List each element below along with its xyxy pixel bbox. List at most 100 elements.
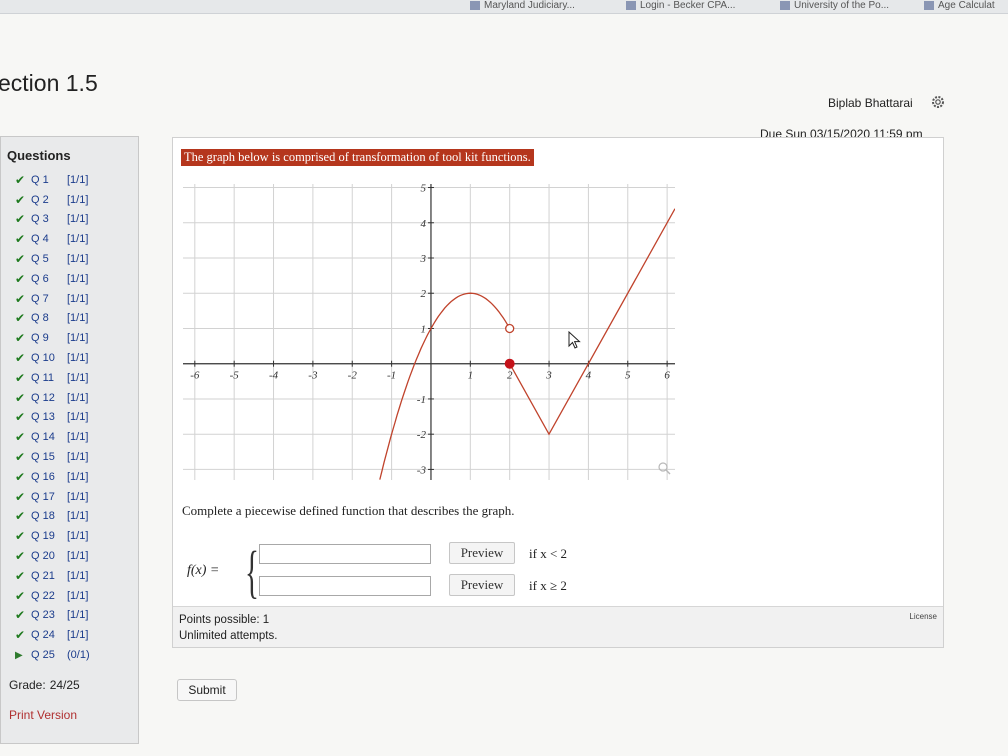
piece-1-input[interactable] xyxy=(259,544,431,564)
question-label: Q 16 xyxy=(31,470,55,483)
gear-icon[interactable] xyxy=(931,95,945,109)
print-version-link[interactable]: Print Version xyxy=(9,708,77,722)
checkmark-icon: ✔ xyxy=(15,410,26,425)
question-label: Q 18 xyxy=(31,510,55,523)
question-score: [1/1] xyxy=(67,292,89,305)
question-label: Q 17 xyxy=(31,490,55,503)
submit-button[interactable]: Submit xyxy=(177,679,237,701)
preview-button-2[interactable]: Preview xyxy=(449,574,515,596)
piece-2-input[interactable] xyxy=(259,576,431,596)
x-tick-label: 3 xyxy=(545,370,552,382)
checkmark-icon: ✔ xyxy=(15,549,26,564)
y-tick-label: -1 xyxy=(417,394,426,406)
question-link-20[interactable]: ✔ Q 20 [1/1] xyxy=(15,546,90,566)
question-label: Q 11 xyxy=(31,371,55,384)
checkmark-icon: ✔ xyxy=(15,529,26,544)
question-label: Q 3 xyxy=(31,213,49,226)
question-score: [1/1] xyxy=(67,451,89,464)
question-link-6[interactable]: ✔ Q 6 [1/1] xyxy=(15,269,90,289)
bookmark-icon xyxy=(924,0,934,10)
question-link-16[interactable]: ✔ Q 16 [1/1] xyxy=(15,467,90,487)
question-link-5[interactable]: ✔ Q 5 [1/1] xyxy=(15,249,90,269)
question-link-14[interactable]: ✔ Q 14 [1/1] xyxy=(15,427,90,447)
question-label: Q 13 xyxy=(31,411,55,424)
question-link-10[interactable]: ✔ Q 10 [1/1] xyxy=(15,348,90,368)
piecewise-brace: { xyxy=(245,539,259,604)
checkmark-icon: ✔ xyxy=(15,172,26,187)
open-endpoint xyxy=(505,323,515,334)
question-label: Q 12 xyxy=(31,391,55,404)
question-link-7[interactable]: ✔ Q 7 [1/1] xyxy=(15,289,90,309)
question-list: ✔ Q 1 [1/1] ✔ Q 2 [1/1] ✔ Q 3 [1/1] ✔ Q 4 [1/1] ✔ Q 5… xyxy=(15,170,90,665)
question-score: [1/1] xyxy=(67,550,89,563)
bookmark-maryland[interactable]: Maryland Judiciary... xyxy=(470,0,575,11)
bookmarks-bar: Maryland Judiciary... Login - Becker CPA… xyxy=(0,0,1008,14)
question-label: Q 4 xyxy=(31,233,49,246)
checkmark-icon: ✔ xyxy=(15,351,26,366)
x-tick-label: 5 xyxy=(625,370,631,382)
question-link-1[interactable]: ✔ Q 1 [1/1] xyxy=(15,170,90,190)
mouse-cursor-icon xyxy=(568,331,581,349)
current-arrow-icon: ▶ xyxy=(15,649,23,661)
question-score: [1/1] xyxy=(67,530,89,543)
question-label: Q 2 xyxy=(31,193,49,206)
sidebar-heading: Questions xyxy=(7,148,71,163)
question-score: [1/1] xyxy=(67,332,89,345)
question-label: Q 1 xyxy=(31,173,49,186)
bookmark-university[interactable]: University of the Po... xyxy=(780,0,889,11)
question-link-21[interactable]: ✔ Q 21 [1/1] xyxy=(15,566,90,586)
question-link-13[interactable]: ✔ Q 13 [1/1] xyxy=(15,408,90,428)
attempts-info: Unlimited attempts. xyxy=(179,630,278,642)
question-label: Q 20 xyxy=(31,550,55,563)
checkmark-icon: ✔ xyxy=(15,252,26,267)
question-link-3[interactable]: ✔ Q 3 [1/1] xyxy=(15,210,90,230)
question-link-24[interactable]: ✔ Q 24 [1/1] xyxy=(15,625,90,645)
bookmark-icon xyxy=(470,0,480,10)
question-score: [1/1] xyxy=(67,609,89,622)
grade: Grade: 24/25 xyxy=(9,678,80,692)
question-link-9[interactable]: ✔ Q 9 [1/1] xyxy=(15,328,90,348)
question-link-4[interactable]: ✔ Q 4 [1/1] xyxy=(15,229,90,249)
question-link-19[interactable]: ✔ Q 19 [1/1] xyxy=(15,526,90,546)
function-label: f(x) = xyxy=(187,563,220,578)
question-card: The graph below is comprised of transfor… xyxy=(172,137,944,648)
x-tick-label: 6 xyxy=(664,370,670,382)
instructions: Complete a piecewise defined function th… xyxy=(182,503,515,518)
y-tick-label: 4 xyxy=(420,218,426,230)
question-label: Q 8 xyxy=(31,312,49,325)
checkmark-icon: ✔ xyxy=(15,430,26,445)
question-link-11[interactable]: ✔ Q 11 [1/1] xyxy=(15,368,90,388)
checkmark-icon: ✔ xyxy=(15,331,26,346)
x-tick-label: -6 xyxy=(190,370,200,382)
points-possible: Points possible: 1 xyxy=(179,614,270,626)
checkmark-icon: ✔ xyxy=(15,192,26,207)
question-link-2[interactable]: ✔ Q 2 [1/1] xyxy=(15,190,90,210)
x-tick-label: 4 xyxy=(586,370,592,382)
question-score: [1/1] xyxy=(67,371,89,384)
question-link-18[interactable]: ✔ Q 18 [1/1] xyxy=(15,507,90,527)
license-link[interactable]: License xyxy=(909,612,937,621)
bookmark-becker[interactable]: Login - Becker CPA... xyxy=(626,0,735,11)
bookmark-icon xyxy=(780,0,790,10)
question-link-25[interactable]: ▶ Q 25 (0/1) xyxy=(15,645,90,665)
points-info: Points possible: 1 Unlimited attempts. xyxy=(179,612,277,644)
question-score: [1/1] xyxy=(67,391,89,404)
x-tick-label: -2 xyxy=(348,370,358,382)
question-label: Q 6 xyxy=(31,272,49,285)
question-score: (0/1) xyxy=(67,649,90,662)
question-link-23[interactable]: ✔ Q 23 [1/1] xyxy=(15,606,90,626)
bookmark-age-calculator[interactable]: Age Calculat xyxy=(924,0,995,11)
question-link-8[interactable]: ✔ Q 8 [1/1] xyxy=(15,309,90,329)
question-link-17[interactable]: ✔ Q 17 [1/1] xyxy=(15,487,90,507)
question-link-22[interactable]: ✔ Q 22 [1/1] xyxy=(15,586,90,606)
user-name[interactable]: Biplab Bhattarai xyxy=(828,96,913,110)
question-label: Q 19 xyxy=(31,530,55,543)
checkmark-icon: ✔ xyxy=(15,450,26,465)
preview-button-1[interactable]: Preview xyxy=(449,542,515,564)
question-score: [1/1] xyxy=(67,589,89,602)
question-score: [1/1] xyxy=(67,431,89,444)
x-tick-label: -5 xyxy=(230,370,240,382)
question-link-12[interactable]: ✔ Q 12 [1/1] xyxy=(15,388,90,408)
bookmark-icon xyxy=(626,0,636,10)
question-link-15[interactable]: ✔ Q 15 [1/1] xyxy=(15,447,90,467)
